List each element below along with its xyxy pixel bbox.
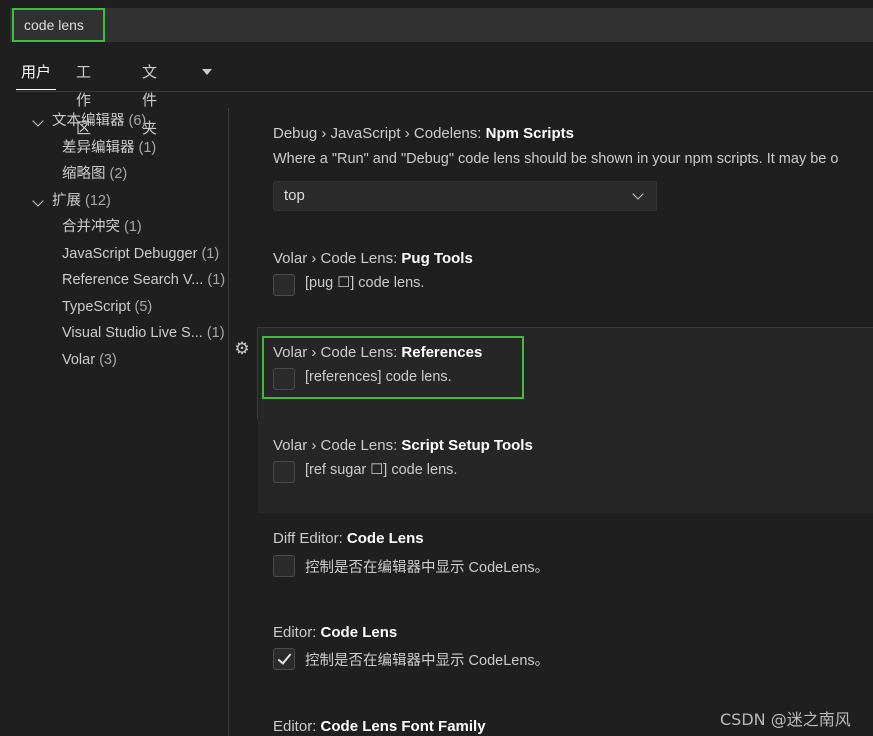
- npm-scripts-select[interactable]: top: [273, 181, 657, 211]
- setting-title: Editor: Code Lens: [273, 624, 397, 641]
- annotation-highlight-box: [262, 336, 524, 399]
- setting-title: Debug › JavaScript › Codelens: Npm Scrip…: [273, 125, 574, 142]
- toc-count: (1): [124, 219, 142, 235]
- setting-name: Code Lens: [346, 530, 424, 547]
- diff-editor-code-lens-checkbox[interactable]: [273, 555, 295, 577]
- toc-label: TypeScript: [62, 299, 131, 315]
- toc-count: (1): [207, 272, 226, 288]
- setting-name: Script Setup Tools: [401, 437, 533, 454]
- editor-code-lens-checkbox[interactable]: [273, 648, 295, 670]
- focused-setting-top-border: [257, 327, 873, 328]
- toc-count: (3): [99, 352, 117, 368]
- toc-count: (1): [201, 246, 220, 262]
- setting-title: Editor: Code Lens Font Family: [273, 718, 486, 735]
- tab-workspace[interactable]: 工作区: [76, 58, 91, 137]
- checkbox-label: 控制是否在编辑器中显示 CodeLens。: [305, 653, 550, 669]
- toc-label: 差异编辑器: [62, 140, 135, 156]
- toc-item-js-debugger[interactable]: JavaScript Debugger (1): [62, 241, 219, 267]
- toc-count: (5): [134, 299, 153, 315]
- setting-category: Volar › Code Lens:: [273, 250, 402, 267]
- setting-name: Code Lens: [320, 624, 398, 641]
- toc-item-minimap[interactable]: 缩略图 (2): [62, 161, 127, 187]
- settings-search-bar: code lens: [10, 8, 873, 42]
- script-setup-tools-checkbox[interactable]: [273, 461, 295, 483]
- tab-folder[interactable]: 文件夹: [142, 58, 212, 137]
- setting-category: Volar › Code Lens:: [273, 437, 402, 454]
- toc-label: 缩略图: [62, 166, 106, 182]
- search-input[interactable]: code lens: [12, 8, 105, 42]
- settings-list: Debug › JavaScript › Codelens: Npm Scrip…: [229, 92, 873, 736]
- setting-title: Diff Editor: Code Lens: [273, 530, 424, 547]
- toc-count: (1): [138, 140, 157, 156]
- checkbox-label: [ref sugar ☐] code lens.: [305, 462, 458, 478]
- setting-name: Npm Scripts: [485, 125, 574, 142]
- toc-count: (1): [206, 325, 225, 341]
- chevron-down-icon: [32, 195, 44, 207]
- toc-item-text-editor[interactable]: 文本编辑器 (6): [32, 108, 147, 134]
- chevron-down-icon: [632, 188, 644, 200]
- watermark: CSDN @迷之南风: [720, 710, 851, 729]
- check-icon: [277, 650, 292, 665]
- chevron-down-icon: [32, 115, 44, 127]
- checkbox-label: 控制是否在编辑器中显示 CodeLens。: [305, 560, 550, 576]
- setting-title: Volar › Code Lens: Pug Tools: [273, 250, 473, 267]
- toc-item-merge-conflict[interactable]: 合并冲突 (1): [62, 214, 142, 240]
- toc-count: (6): [128, 113, 147, 129]
- toc-item-live-share[interactable]: Visual Studio Live S... (1): [62, 320, 225, 346]
- setting-category: Editor:: [273, 624, 321, 641]
- pug-tools-checkbox[interactable]: [273, 274, 295, 296]
- setting-category: Debug › JavaScript › Codelens:: [273, 125, 486, 142]
- toc-item-diff-editor[interactable]: 差异编辑器 (1): [62, 135, 156, 161]
- toc-label: JavaScript Debugger: [62, 246, 198, 262]
- toc-item-extensions[interactable]: 扩展 (12): [32, 188, 111, 214]
- select-value: top: [284, 187, 305, 204]
- checkbox-label: [pug ☐] code lens.: [305, 275, 425, 291]
- setting-name: Pug Tools: [401, 250, 473, 267]
- settings-toc: 文本编辑器 (6) 差异编辑器 (1) 缩略图 (2) 扩展 (12) 合并冲突…: [0, 108, 228, 736]
- toc-label: 合并冲突: [62, 219, 120, 235]
- chevron-down-icon[interactable]: [202, 69, 212, 75]
- toc-count: (12): [85, 193, 111, 209]
- toc-count: (2): [109, 166, 128, 182]
- setting-name: Code Lens Font Family: [320, 718, 486, 735]
- setting-title: Volar › Code Lens: Script Setup Tools: [273, 437, 533, 454]
- toc-item-typescript[interactable]: TypeScript (5): [62, 294, 152, 320]
- setting-category: Diff Editor:: [273, 530, 347, 547]
- setting-description: Where a "Run" and "Debug" code lens shou…: [273, 151, 839, 167]
- focused-setting-left-border: [257, 327, 258, 419]
- toc-label: 扩展: [52, 193, 81, 209]
- tab-user[interactable]: 用户: [16, 58, 56, 90]
- toc-label: Visual Studio Live S...: [62, 325, 203, 341]
- setting-category: Editor:: [273, 718, 321, 735]
- gear-icon[interactable]: ⚙: [233, 340, 251, 358]
- toc-label: Reference Search V...: [62, 272, 204, 288]
- toc-label: Volar: [62, 352, 96, 368]
- toc-label: 文本编辑器: [52, 113, 125, 129]
- toc-item-volar[interactable]: Volar (3): [62, 347, 117, 373]
- settings-editor: code lens 用户 工作区 文件夹 文本编辑器 (6) 差异编辑器 (1)…: [0, 0, 873, 736]
- toc-item-reference-search[interactable]: Reference Search V... (1): [62, 267, 225, 293]
